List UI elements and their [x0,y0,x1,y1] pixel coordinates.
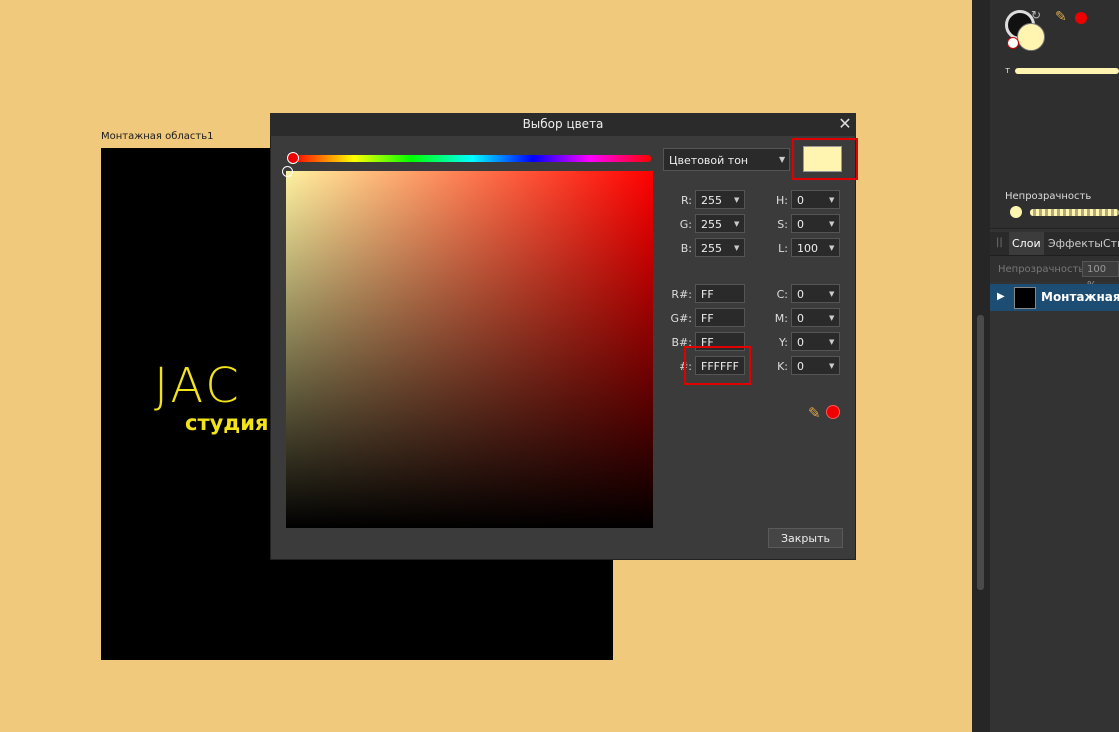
saturation-value-square[interactable] [286,171,653,528]
eyedropper-icon[interactable]: ✎ [1055,9,1067,25]
no-color-icon[interactable] [1007,37,1019,49]
r-hex-label: R#: [671,288,692,301]
tab-effects[interactable]: Эффекты [1045,232,1106,255]
k-label: K: [777,360,788,373]
tab-styles[interactable]: Сти [1100,232,1119,255]
close-button[interactable]: Закрыть [768,528,843,548]
g-hex-field[interactable]: FF [695,308,745,327]
m-label: M: [774,312,788,325]
g-label: G: [679,218,692,231]
close-icon[interactable]: ✕ [836,114,854,134]
opacity-slider[interactable] [1030,209,1119,216]
c-label: C: [776,288,788,301]
panel-scrollbar[interactable] [977,315,984,590]
opacity-color-dot [1010,206,1022,218]
s-label: S: [777,218,788,231]
artboard-label: Монтажная область1 [101,131,214,142]
picked-color-dot[interactable] [1075,12,1087,24]
tint-slider[interactable] [1015,68,1119,74]
layer-name: Монтажная о [1041,290,1119,304]
tint-label: т [1005,66,1011,76]
layers-opacity-field[interactable]: 100 % [1082,261,1119,291]
dropdown-arrow-icon[interactable]: ▼ [734,220,739,228]
fill-color-swatch[interactable] [1017,23,1045,51]
swap-colors-icon[interactable]: ↻ [1031,8,1041,22]
dropdown-arrow-icon[interactable]: ▼ [829,362,834,370]
hue-slider[interactable] [293,155,651,162]
expand-arrow-icon[interactable]: ▶ [997,291,1005,302]
highlight-box-hex [684,346,751,385]
picked-color-dot[interactable] [826,405,840,419]
b-label: B: [680,242,692,255]
r-label: R: [680,194,692,207]
tab-layers[interactable]: Слои [1009,232,1044,255]
dropdown-arrow-icon[interactable]: ▼ [829,220,834,228]
h-label: H: [776,194,788,207]
dropdown-arrow-icon[interactable]: ▼ [734,244,739,252]
layer-thumbnail [1014,287,1036,309]
dialog-title: Выбор цвета [522,117,604,131]
r-hex-field[interactable]: FF [695,284,745,303]
dropdown-arrow-icon[interactable]: ▼ [829,338,834,346]
color-mode-select[interactable]: Цветовой тон [663,148,790,171]
layers-opacity-label: Непрозрачность: [998,264,1088,275]
logo-subtext: студия [185,411,269,435]
eyedropper-icon[interactable]: ✎ [808,404,821,422]
grip-icon[interactable]: || [996,237,1003,248]
dropdown-arrow-icon[interactable]: ▼ [829,196,834,204]
opacity-label: Непрозрачность [1005,191,1092,202]
dropdown-arrow-icon[interactable]: ▼ [829,290,834,298]
g-hex-label: G#: [670,312,692,325]
dropdown-arrow-icon[interactable]: ▼ [734,196,739,204]
highlight-box-preview [792,138,858,180]
logo-text: JAC [154,358,242,414]
y-label: Y: [779,336,788,349]
hue-slider-handle[interactable] [287,152,299,164]
l-label: L: [778,242,788,255]
chevron-down-icon: ▼ [779,155,786,164]
color-picker-handle[interactable] [282,166,293,177]
dropdown-arrow-icon[interactable]: ▼ [829,314,834,322]
dropdown-arrow-icon[interactable]: ▼ [829,244,834,252]
